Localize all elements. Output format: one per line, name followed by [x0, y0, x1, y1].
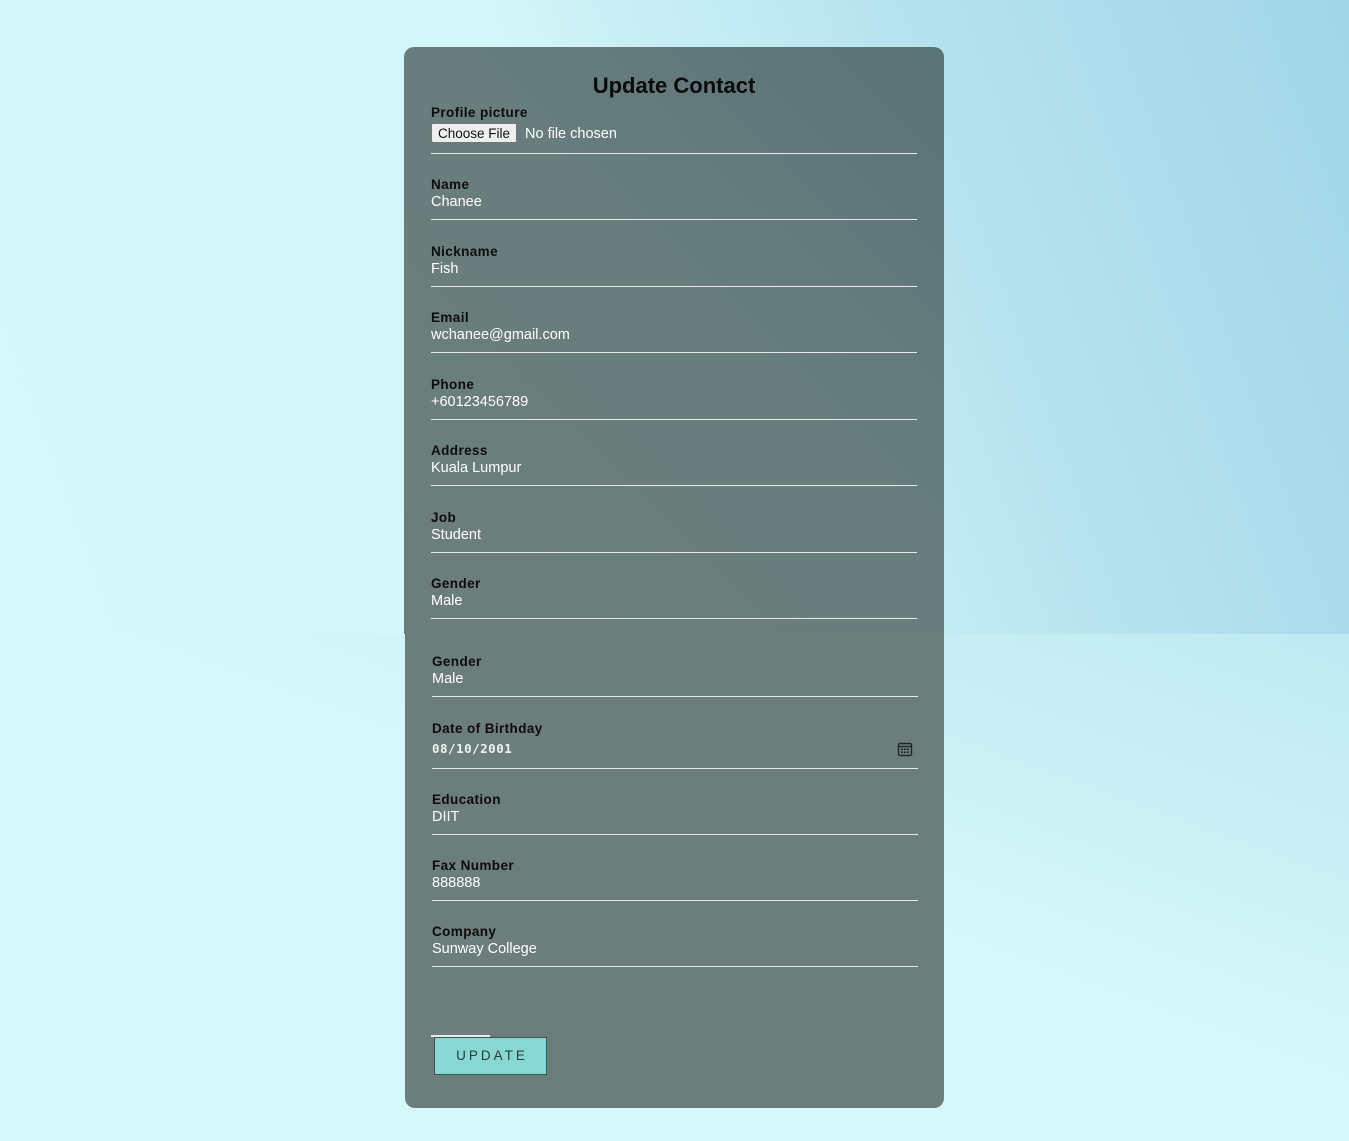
name-field[interactable]: Name Chanee — [431, 176, 917, 220]
nickname-label: Nickname — [431, 244, 498, 259]
form-title: Update Contact — [592, 73, 756, 98]
name-input[interactable]: Chanee — [431, 194, 482, 210]
gender-input-repeat[interactable]: Male — [432, 671, 463, 687]
gender-field-repeat[interactable]: Gender Male — [432, 653, 918, 697]
dob-input[interactable]: 08/10/2001 — [432, 741, 512, 756]
education-label: Education — [432, 792, 501, 807]
company-label: Company — [432, 924, 497, 939]
gender-label-repeat: Gender — [432, 654, 482, 669]
address-label: Address — [431, 443, 488, 458]
fax-field[interactable]: Fax Number 888888 — [432, 857, 918, 901]
address-input[interactable]: Kuala Lumpur — [431, 460, 521, 476]
education-input[interactable]: DIIT — [432, 809, 459, 825]
update-button[interactable]: UPDATE — [434, 1037, 547, 1075]
choose-file-button[interactable]: Choose File — [431, 123, 518, 143]
calendar-icon[interactable] — [897, 741, 913, 757]
file-status: No file chosen — [525, 126, 617, 142]
nickname-input[interactable]: Fish — [431, 261, 458, 277]
job-field[interactable]: Job Student — [431, 509, 917, 553]
job-label: Job — [431, 510, 457, 525]
gender-field[interactable]: Gender Male — [431, 575, 917, 619]
gender-input[interactable]: Male — [431, 593, 462, 609]
name-label: Name — [431, 177, 470, 192]
nickname-field[interactable]: Nickname Fish — [431, 243, 917, 287]
phone-label: Phone — [431, 377, 475, 392]
dob-label: Date of Birthday — [432, 721, 543, 736]
fax-label: Fax Number — [432, 858, 515, 873]
profile-picture-label: Profile picture — [431, 105, 528, 120]
address-field[interactable]: Address Kuala Lumpur — [431, 442, 917, 486]
company-input[interactable]: Sunway College — [432, 941, 537, 957]
email-field[interactable]: Email wchanee@gmail.com — [431, 309, 917, 353]
phone-input[interactable]: +60123456789 — [431, 394, 528, 410]
job-input[interactable]: Student — [431, 527, 481, 543]
email-input[interactable]: wchanee@gmail.com — [431, 327, 570, 343]
company-field[interactable]: Company Sunway College — [432, 923, 918, 967]
phone-field[interactable]: Phone +60123456789 — [431, 376, 917, 420]
gender-label: Gender — [431, 576, 481, 591]
education-field[interactable]: Education DIIT — [432, 791, 918, 835]
email-label: Email — [431, 310, 470, 325]
dob-field[interactable]: Date of Birthday 08/10/2001 — [432, 720, 918, 769]
fax-input[interactable]: 888888 — [432, 875, 480, 891]
